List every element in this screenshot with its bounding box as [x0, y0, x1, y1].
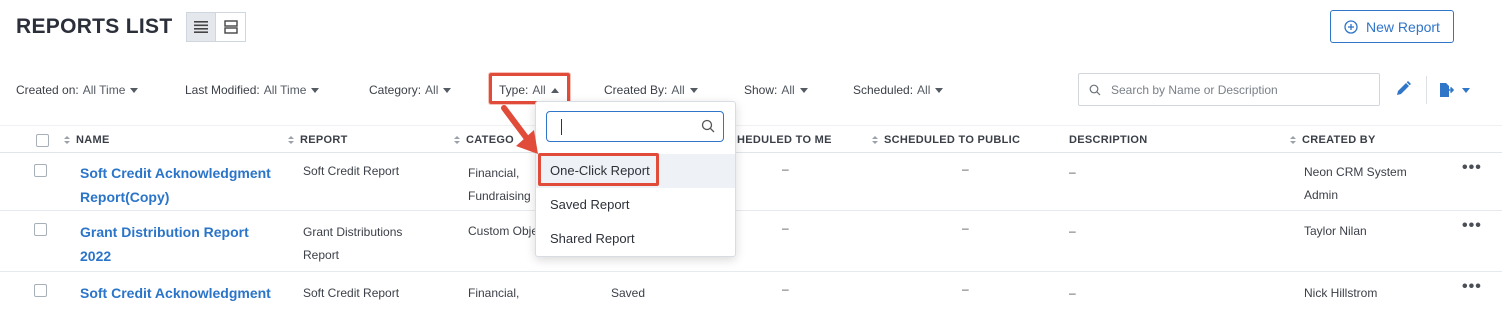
plus-circle-icon: [1344, 19, 1358, 34]
search-box: [1078, 73, 1380, 106]
edit-button[interactable]: [1394, 80, 1414, 100]
new-report-button[interactable]: New Report: [1330, 10, 1454, 43]
report-name-link[interactable]: Grant Distribution Report 2022: [80, 220, 249, 268]
list-view-button[interactable]: [186, 12, 217, 42]
filter-created-on[interactable]: Created on: All Time: [16, 83, 139, 97]
table-row: Soft Credit Acknowledgment Soft Credit R…: [0, 273, 1502, 314]
caret-down-icon: [130, 87, 139, 93]
row-checkbox[interactable]: [34, 164, 47, 177]
text-cursor: [561, 118, 562, 135]
scheduled-to-me-cell: –: [782, 282, 789, 296]
caret-down-icon: [799, 87, 808, 93]
select-all-checkbox[interactable]: [36, 134, 49, 147]
filter-value: All: [671, 83, 685, 97]
report-name-link[interactable]: Soft Credit Acknowledgment Report(Copy): [80, 161, 271, 209]
table-header: NAME REPORT CATEGO HEDULED TO ME SCHEDUL…: [0, 125, 1502, 153]
search-input[interactable]: [1111, 82, 1361, 97]
category-cell: Custom Obje: [468, 224, 539, 238]
dropdown-option-shared-report[interactable]: Shared Report: [536, 222, 735, 256]
pencil-icon: [1397, 81, 1411, 95]
export-file-icon: [1440, 83, 1454, 97]
filter-category[interactable]: Category: All: [369, 83, 452, 97]
row-more-icon[interactable]: •••: [1462, 217, 1482, 235]
page-header: REPORTS LIST: [16, 12, 247, 42]
option-highlight-box: [538, 153, 659, 186]
report-type-cell: Soft Credit Report: [303, 286, 400, 300]
created-by-cell: Nick Hillstrom: [1304, 286, 1378, 300]
category-cell: Financial,: [468, 286, 520, 300]
caret-down-icon: [443, 87, 452, 93]
row-more-icon[interactable]: •••: [1462, 278, 1482, 296]
filter-value: All Time: [82, 83, 126, 97]
new-report-label: New Report: [1366, 18, 1440, 35]
caret-down-icon: [1462, 87, 1470, 93]
scheduled-to-public-cell: –: [962, 282, 969, 296]
dropdown-search-input[interactable]: [546, 111, 724, 142]
view-toggle: [186, 12, 247, 42]
export-button[interactable]: [1438, 80, 1470, 100]
filter-label: Show:: [744, 83, 778, 97]
dropdown-option-saved-report[interactable]: Saved Report: [536, 188, 735, 222]
filter-last-modified[interactable]: Last Modified: All Time: [185, 83, 320, 97]
row-more-icon[interactable]: •••: [1462, 159, 1482, 177]
report-type-cell: Grant Distributions Report: [303, 225, 403, 262]
card-view-button[interactable]: [216, 12, 247, 42]
sort-icon: [1290, 136, 1296, 144]
search-icon: [701, 119, 715, 133]
search-icon: [1089, 84, 1101, 95]
description-cell: –: [1069, 165, 1076, 179]
filter-value: All: [425, 83, 439, 97]
created-by-cell: Neon CRM System Admin: [1304, 165, 1407, 202]
description-cell: –: [1069, 286, 1076, 300]
type-filter-highlight: [489, 73, 570, 104]
filter-label: Scheduled:: [853, 83, 914, 97]
card-view-icon: [224, 20, 238, 34]
created-by-cell: Taylor Nilan: [1304, 224, 1367, 238]
filter-value: All Time: [263, 83, 307, 97]
column-header-report[interactable]: REPORT: [288, 134, 348, 146]
sort-icon: [64, 136, 70, 144]
filter-value: All: [781, 83, 795, 97]
table-row: Grant Distribution Report 2022 Grant Dis…: [0, 212, 1502, 272]
column-header-scheduled-to-public[interactable]: SCHEDULED TO PUBLIC: [872, 134, 1020, 146]
filter-label: Category:: [369, 83, 422, 97]
caret-down-icon: [689, 87, 698, 93]
filter-label: Created on:: [16, 83, 79, 97]
row-checkbox[interactable]: [34, 284, 47, 297]
scheduled-to-public-cell: –: [962, 221, 969, 235]
category-cell: Financial, Fundraising: [468, 166, 531, 203]
row-checkbox[interactable]: [34, 223, 47, 236]
column-header-scheduled-to-me[interactable]: HEDULED TO ME: [737, 134, 832, 146]
sort-icon: [872, 136, 878, 144]
scheduled-to-me-cell: –: [782, 162, 789, 176]
sort-icon: [454, 136, 460, 144]
column-header-description: DESCRIPTION: [1069, 134, 1148, 146]
annotation-arrow-icon: [501, 105, 538, 154]
table-row: Soft Credit Acknowledgment Report(Copy) …: [0, 153, 1502, 211]
sort-icon: [288, 136, 294, 144]
report-name-link[interactable]: Soft Credit Acknowledgment: [80, 281, 271, 305]
caret-down-icon: [311, 87, 320, 93]
filter-label: Created By:: [604, 83, 668, 97]
report-type-cell: Soft Credit Report: [303, 164, 400, 178]
column-header-created-by[interactable]: CREATED BY: [1290, 134, 1376, 146]
scheduled-to-me-cell: –: [782, 221, 789, 235]
page-title: REPORTS LIST: [16, 15, 173, 38]
caret-down-icon: [935, 87, 944, 93]
column-header-name[interactable]: NAME: [64, 134, 110, 146]
filter-value: All: [917, 83, 931, 97]
filter-label: Last Modified:: [185, 83, 260, 97]
filter-scheduled[interactable]: Scheduled: All: [853, 83, 944, 97]
list-view-icon: [194, 21, 209, 33]
toolbar-divider: [1426, 76, 1427, 104]
filter-show[interactable]: Show: All: [744, 83, 808, 97]
type-cell: Saved: [611, 286, 646, 300]
scheduled-to-public-cell: –: [962, 162, 969, 176]
description-cell: –: [1069, 224, 1076, 238]
filter-created-by[interactable]: Created By: All: [604, 83, 698, 97]
